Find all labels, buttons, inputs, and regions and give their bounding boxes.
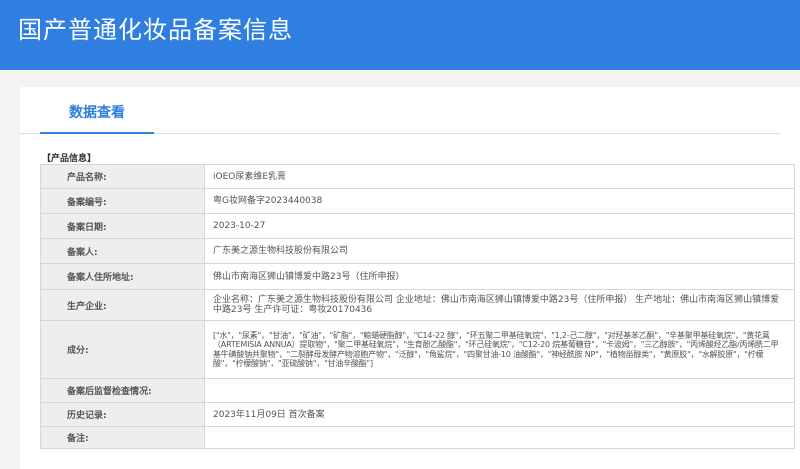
table-row: 备案日期: 2023-10-27 — [40, 213, 795, 239]
table-row: 备注: — [40, 426, 795, 449]
page-title: 国产普通化妆品备案信息 — [18, 16, 293, 44]
value-record-date: 2023-10-27 — [204, 213, 795, 239]
table-row: 备案编号: 粤G妆网备字2023440038 — [40, 188, 795, 214]
label-record-number: 备案编号: — [40, 188, 205, 214]
value-registrant: 广东美之源生物科技股份有限公司 — [204, 238, 795, 264]
label-history: 历史记录: — [40, 402, 205, 427]
table-row: 备案人住所地址: 佛山市南海区狮山镇博爱中路23号（住所申报） — [40, 263, 795, 290]
value-record-number: 粤G妆网备字2023440038 — [204, 188, 795, 214]
label-manufacturer: 生产企业: — [40, 289, 205, 321]
label-ingredients: 成分: — [40, 320, 205, 379]
table-row: 产品名称: iOEO尿素维E乳膏 — [40, 164, 795, 189]
page-banner: 国产普通化妆品备案信息 — [0, 0, 800, 70]
label-remarks: 备注: — [40, 426, 205, 449]
table-row: 备案后监督检查情况: — [40, 378, 795, 403]
table-row: 历史记录: 2023年11月09日 首次备案 — [40, 402, 795, 427]
value-history: 2023年11月09日 首次备案 — [204, 402, 795, 427]
value-supervision — [204, 378, 795, 403]
table-row: 生产企业: 企业名称：广东美之源生物科技股份有限公司 企业地址：佛山市南海区狮山… — [40, 289, 795, 321]
value-registrant-address: 佛山市南海区狮山镇博爱中路23号（住所申报） — [204, 263, 795, 290]
tab-bar: 数据查看 — [20, 87, 780, 134]
label-record-date: 备案日期: — [40, 213, 205, 239]
section-label-product-info: 【产品信息】 — [42, 154, 97, 164]
tab-data-view[interactable]: 数据查看 — [40, 87, 154, 134]
value-manufacturer: 企业名称：广东美之源生物科技股份有限公司 企业地址：佛山市南海区狮山镇博爱中路2… — [204, 289, 795, 321]
value-product-name: iOEO尿素维E乳膏 — [204, 164, 795, 189]
table-row: 成分: ["水"，"尿素"，"甘油"，"矿油"，"矿脂"，"鲸蜡硬脂醇"，"C1… — [40, 320, 795, 379]
label-registrant: 备案人: — [40, 238, 205, 264]
product-info-table: 产品名称: iOEO尿素维E乳膏 备案编号: 粤G妆网备字2023440038 … — [40, 164, 795, 449]
label-supervision: 备案后监督检查情况: — [40, 378, 205, 403]
value-ingredients: ["水"，"尿素"，"甘油"，"矿油"，"矿脂"，"鲸蜡硬脂醇"，"C14-22… — [204, 320, 795, 379]
table-row: 备案人: 广东美之源生物科技股份有限公司 — [40, 238, 795, 264]
value-remarks — [204, 426, 795, 449]
label-product-name: 产品名称: — [40, 164, 205, 189]
label-registrant-address: 备案人住所地址: — [40, 263, 205, 290]
